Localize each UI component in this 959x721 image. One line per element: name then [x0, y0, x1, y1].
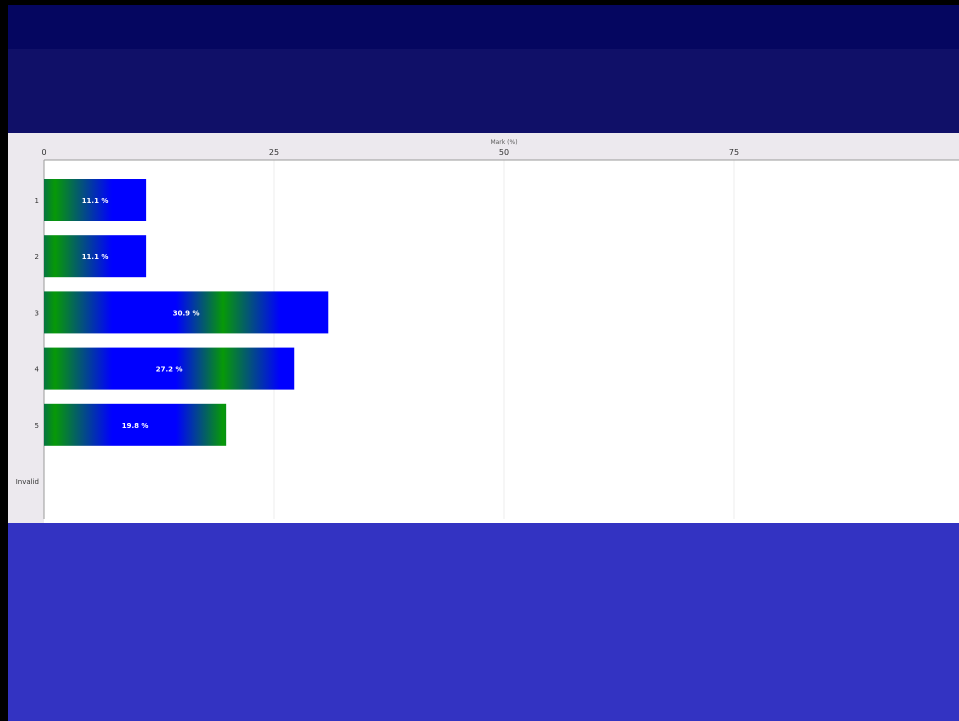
x-axis-label: Mark (%)	[490, 139, 517, 146]
y-category-label: 3	[35, 309, 39, 317]
chart-panel: 11.1 % 11.1 % 30.9 % 27.2 % 19.8 % 0 25 50 75 1 …	[8, 133, 959, 523]
bar-data-label: 11.1 %	[82, 197, 109, 205]
footer-band	[8, 523, 959, 721]
top-axis-strip	[8, 133, 959, 160]
header-band-top	[8, 5, 959, 49]
x-tick-label-25: 25	[269, 148, 279, 157]
y-category-label: 2	[35, 253, 39, 261]
y-category-label: Invalid	[16, 478, 39, 486]
y-category-label: 1	[35, 197, 39, 205]
bar-data-label: 27.2 %	[156, 366, 183, 374]
left-axis-strip	[8, 160, 44, 523]
x-tick-label-75: 75	[729, 148, 739, 157]
bar-data-label: 19.8 %	[122, 422, 149, 430]
x-tick-label-50: 50	[499, 148, 509, 157]
marks-bar-chart: 11.1 %11.1 %30.9 %27.2 %19.8 % 0 25 50 75 1 …	[8, 133, 959, 523]
y-category-label: 4	[35, 366, 40, 374]
y-category-label: 5	[35, 422, 39, 430]
plot-area	[44, 160, 959, 519]
x-tick-label-0: 0	[41, 148, 46, 157]
slide: 11.1 % 11.1 % 30.9 % 27.2 % 19.8 % 0 25 50 75 1 …	[8, 5, 959, 721]
bar-data-label: 30.9 %	[173, 309, 200, 317]
bar-data-label: 11.1 %	[82, 253, 109, 261]
header-band	[8, 49, 959, 133]
